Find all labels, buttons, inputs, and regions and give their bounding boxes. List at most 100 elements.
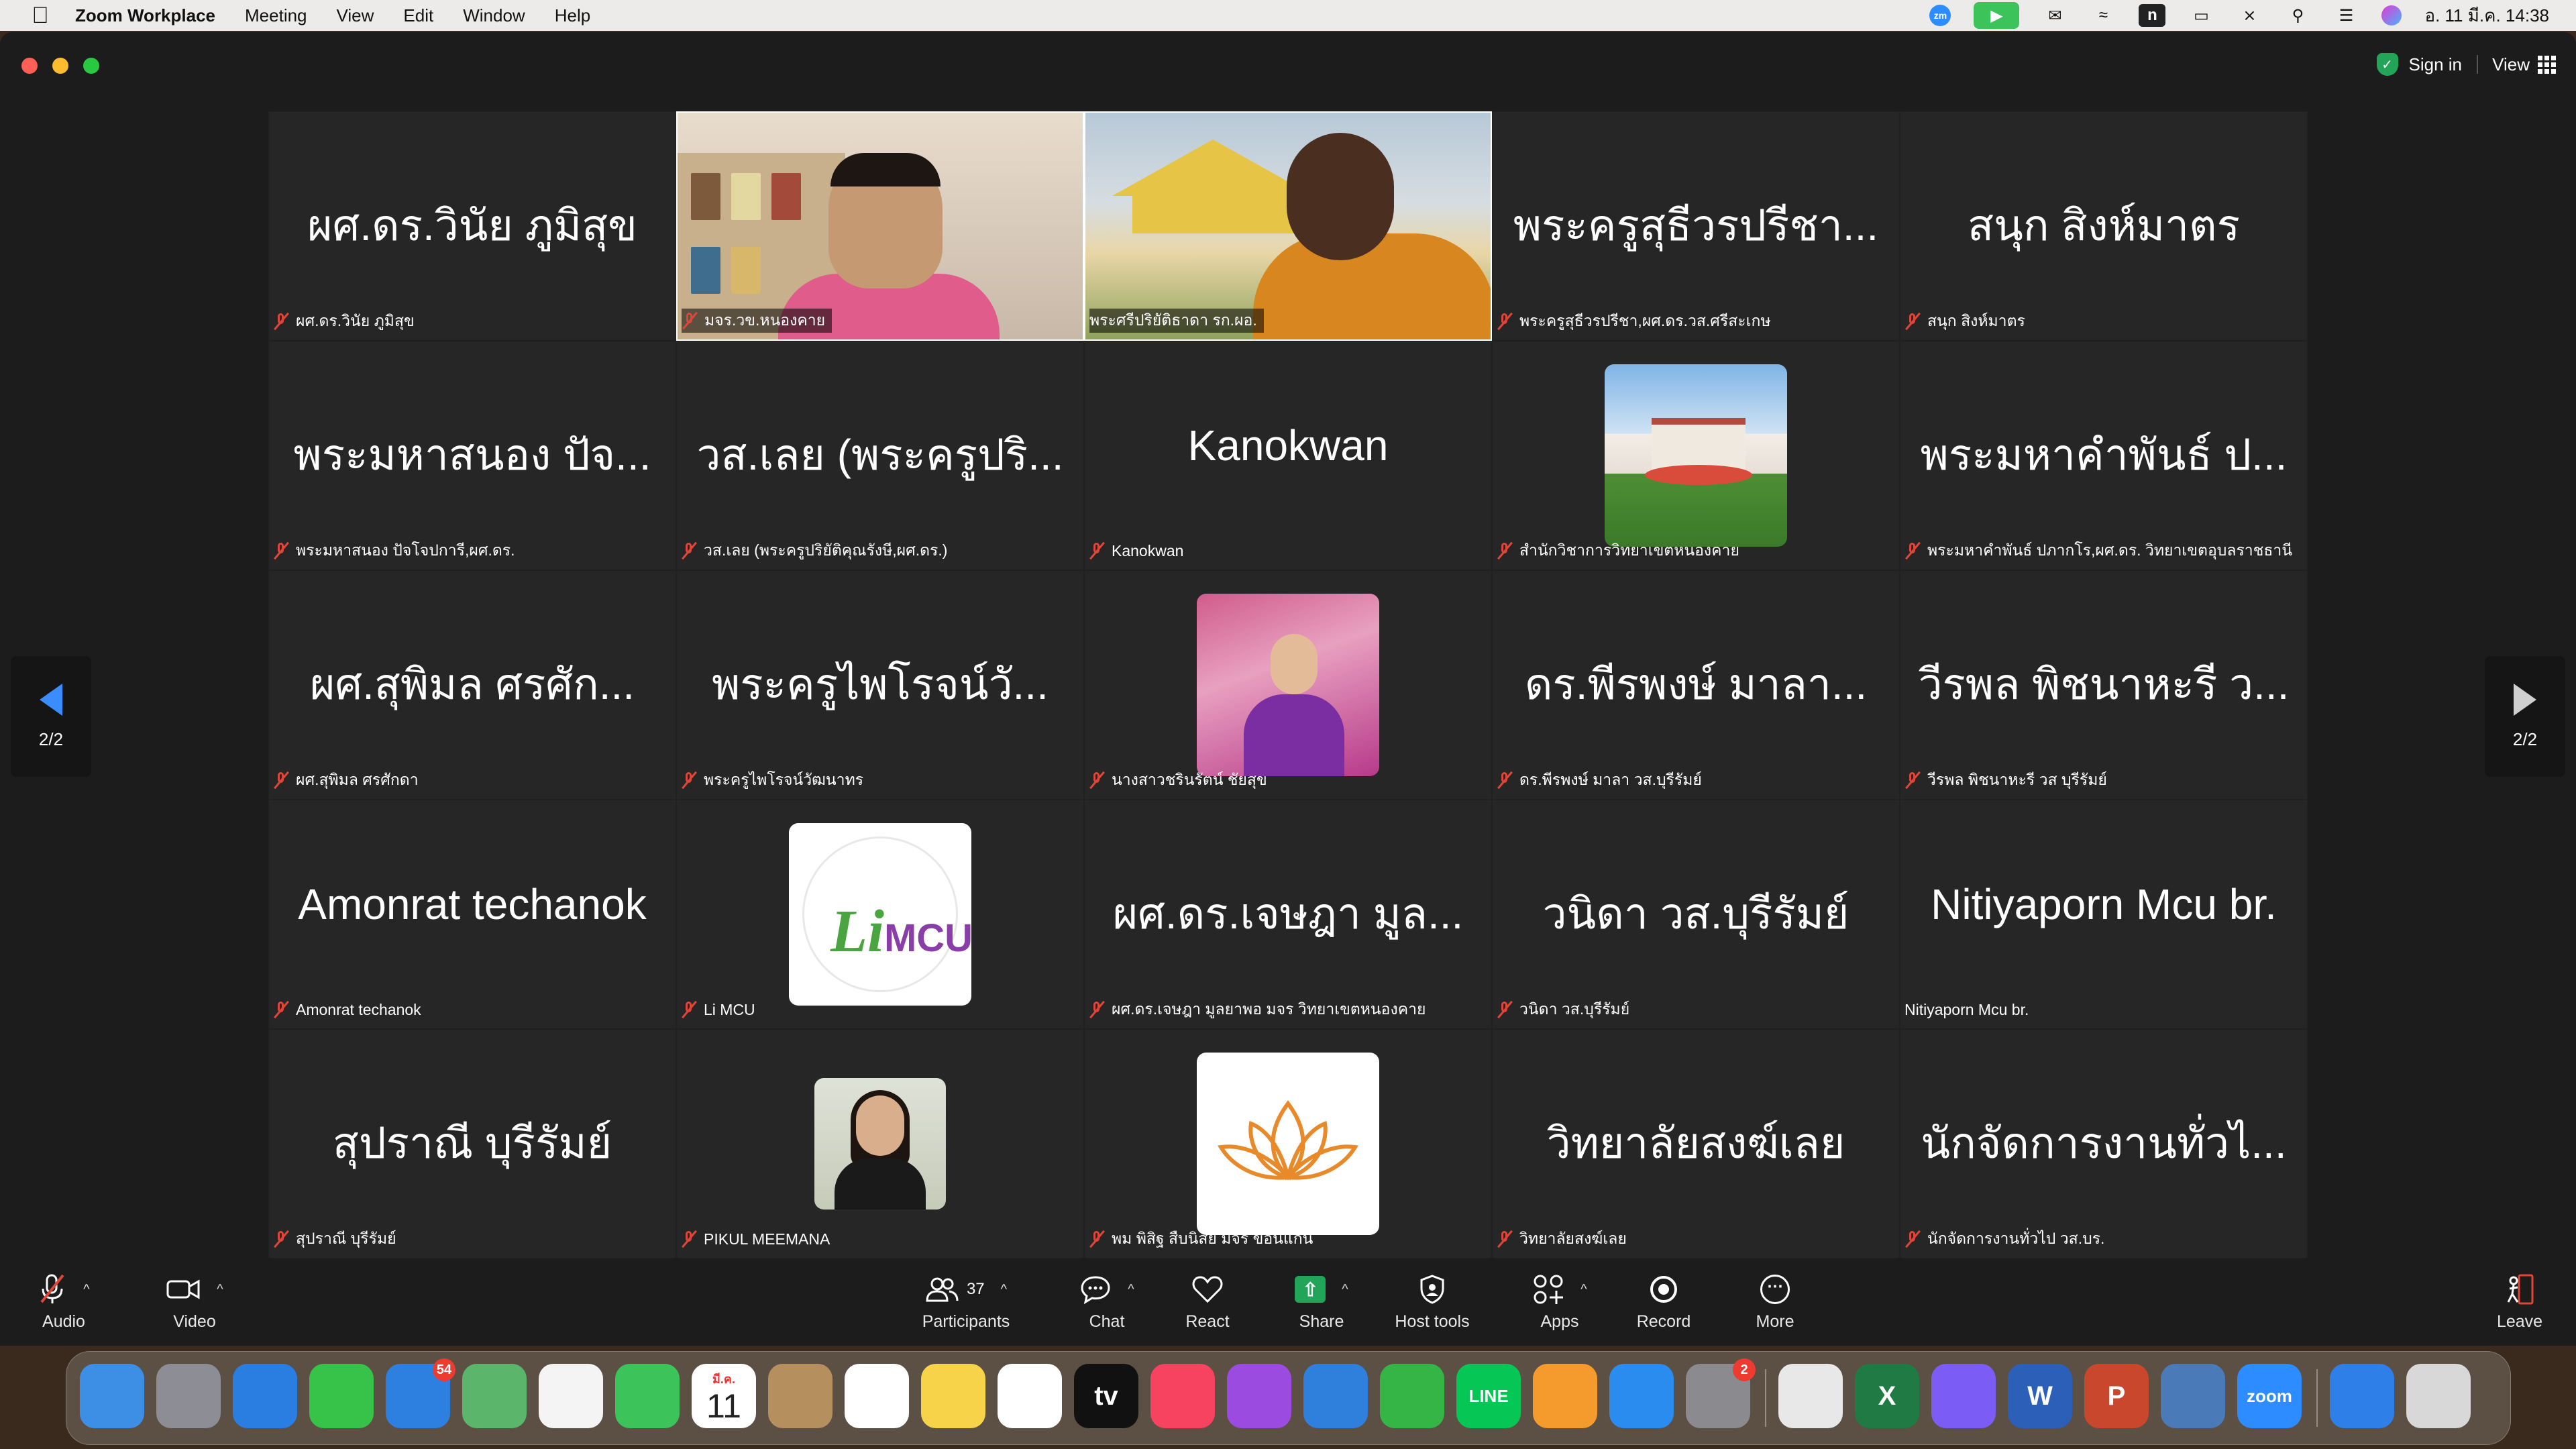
podcasts-dock-icon[interactable] (1227, 1364, 1291, 1428)
freeform-dock-icon[interactable] (998, 1364, 1062, 1428)
apps-options-caret-icon[interactable]: ^ (1580, 1282, 1587, 1297)
participant-tile[interactable]: พระครูสุธีวรปรีชา... พระครูสุธีวรปรีชา,ผศ… (1492, 111, 1900, 341)
participant-tile[interactable]: Nitiyaporn Mcu br. Nitiyaporn Mcu br. (1900, 800, 2308, 1029)
audio-button[interactable]: ^ Audio (27, 1271, 101, 1344)
participant-tile[interactable]: Amonrat techanok Amonrat techanok (268, 800, 676, 1029)
participant-tile[interactable]: วิทยาลัยสงฆ์เลย วิทยาลัยสงฆ์เลย (1492, 1029, 1900, 1258)
participant-tile[interactable]: LiMCU Li MCU (676, 800, 1084, 1029)
fullscreen-window-button[interactable] (83, 58, 99, 74)
keynote-dock-icon[interactable] (1303, 1364, 1368, 1428)
chat-options-caret-icon[interactable]: ^ (1128, 1282, 1134, 1297)
minimize-window-button[interactable] (52, 58, 68, 74)
powerpoint-dock-icon[interactable]: P (2084, 1364, 2149, 1428)
numbers-dock-icon[interactable] (1380, 1364, 1444, 1428)
participant-tile[interactable]: ผศ.ดร.เจษฎา มูล... ผศ.ดร.เจษฎา มูลยาพอ มจ… (1084, 800, 1492, 1029)
participant-tile[interactable]: สนุก สิงห์มาตร สนุก สิงห์มาตร (1900, 111, 2308, 341)
trash-dock-icon[interactable] (2406, 1364, 2471, 1428)
mail-dock-icon[interactable]: 54 (386, 1358, 455, 1428)
audio-options-caret-icon[interactable]: ^ (83, 1282, 89, 1297)
maps-dock-icon[interactable] (462, 1364, 527, 1428)
menu-clock[interactable]: อ. 11 มี.ค. 14:38 (2424, 2, 2549, 30)
participant-tile[interactable]: Kanokwan Kanokwan (1084, 341, 1492, 570)
excel-dock-icon[interactable]: X (1855, 1364, 1919, 1428)
line-dock-icon[interactable]: LINE (1456, 1364, 1521, 1428)
finder-dock-icon[interactable] (80, 1364, 144, 1428)
sign-in-button[interactable]: ✓ Sign in (2376, 51, 2462, 78)
participant-tile[interactable]: นักจัดการงานทั่วไ... นักจัดการงานทั่วไป ว… (1900, 1029, 2308, 1258)
participant-tile[interactable]: พม พิสิฐ สืบนิสัย มจร ขอนแก่น (1084, 1029, 1492, 1258)
leave-button[interactable]: Leave (2479, 1271, 2560, 1344)
menu-view[interactable]: View (337, 5, 374, 26)
facetime-dock-icon[interactable] (615, 1364, 680, 1428)
script-editor-dock-icon[interactable] (1778, 1364, 1843, 1428)
menu-help[interactable]: Help (555, 5, 590, 26)
video-options-caret-icon[interactable]: ^ (217, 1282, 223, 1297)
line-icon[interactable]: ✉ (2042, 5, 2068, 25)
participant-tile[interactable]: สุปราณี บุรีรัมย์ สุปราณี บุรีรัมย์ (268, 1029, 676, 1258)
app-store-dock-icon[interactable] (1609, 1364, 1674, 1428)
limcu-logo-letter: Li (830, 898, 884, 965)
participant-tile[interactable]: ดร.พีรพงษ์ มาลา... ดร.พีรพงษ์ มาลา วส.บุร… (1492, 570, 1900, 800)
music-dock-icon[interactable] (1150, 1364, 1215, 1428)
wifi-icon[interactable]: ≈ (2090, 5, 2116, 25)
record-button[interactable]: Record (1623, 1271, 1704, 1344)
contacts-dock-icon[interactable] (768, 1364, 833, 1428)
participant-tile[interactable]: นางสาวชรินรัตน์ ชัยสุข (1084, 570, 1492, 800)
pages-dock-icon[interactable] (1533, 1364, 1597, 1428)
chat-button[interactable]: ^ Chat (1067, 1271, 1147, 1344)
participant-tile[interactable]: มจร.วข.หนองคาย (676, 111, 1084, 341)
menu-window[interactable]: Window (463, 5, 525, 26)
video-status-icon[interactable]: ▶ (1974, 2, 2020, 29)
host-tools-button[interactable]: Host tools (1382, 1271, 1483, 1344)
control-center-icon[interactable]: ☰ (2333, 5, 2359, 25)
notes-dock-icon[interactable] (921, 1364, 985, 1428)
share-options-caret-icon[interactable]: ^ (1342, 1282, 1348, 1297)
react-button[interactable]: React (1167, 1271, 1248, 1344)
zoom-dock-icon[interactable]: zoom (2237, 1364, 2302, 1428)
participant-tile[interactable]: พระครูไพโรจน์วั... พระครูไพโรจน์วัฒนาทร (676, 570, 1084, 800)
messages-dock-icon[interactable] (309, 1364, 374, 1428)
next-page-button[interactable]: 2/2 (2485, 656, 2565, 777)
menu-meeting[interactable]: Meeting (245, 5, 307, 26)
participant-tile[interactable]: ผศ.ดร.วินัย ภูมิสุข ผศ.ดร.วินัย ภูมิสุข (268, 111, 676, 341)
participants-button[interactable]: 37 ^ Participants (906, 1271, 1026, 1344)
participant-tile[interactable]: พระมหาคำพันธ์ ป... พระมหาคำพันธ์ ปภากโร,ผ… (1900, 341, 2308, 570)
view-button[interactable]: View (2492, 51, 2556, 78)
calendar-dock-icon[interactable]: มี.ค. 11 (692, 1364, 756, 1428)
close-window-button[interactable] (21, 58, 38, 74)
downloads-folder-dock-icon[interactable] (2330, 1364, 2394, 1428)
word-icon-label: W (2027, 1381, 2053, 1411)
apps-button[interactable]: ^ Apps (1516, 1271, 1603, 1344)
zoom-status-icon[interactable]: zm (1929, 5, 1951, 26)
menu-edit[interactable]: Edit (403, 5, 433, 26)
participants-options-caret-icon[interactable]: ^ (1001, 1282, 1007, 1297)
participant-tile[interactable]: พระมหาสนอง ปัจ... พระมหาสนอง ปัจโจปการี,ผ… (268, 341, 676, 570)
preview-dock-icon[interactable] (2161, 1364, 2225, 1428)
participant-tile[interactable]: วนิดา วส.บุรีรัมย์ วนิดา วส.บุรีรัมย์ (1492, 800, 1900, 1029)
siri-icon[interactable] (2381, 5, 2402, 25)
launchpad-dock-icon[interactable] (156, 1364, 221, 1428)
safari-dock-icon[interactable] (233, 1364, 297, 1428)
video-button[interactable]: ^ Video (154, 1271, 235, 1344)
battery-icon[interactable]: ▭ (2188, 5, 2214, 25)
reminders-dock-icon[interactable] (845, 1364, 909, 1428)
word-dock-icon[interactable]: W (2008, 1364, 2072, 1428)
participant-tile[interactable]: PIKUL MEEMANA (676, 1029, 1084, 1258)
more-button[interactable]: ⋯ More (1735, 1271, 1815, 1344)
menu-app-name[interactable]: Zoom Workplace (75, 5, 215, 26)
participant-tile[interactable]: พระศรีปริยัติธาดา รก.ผอ. (1084, 111, 1492, 341)
participant-tile[interactable]: ผศ.สุพิมล ศรศัก... ผศ.สุพิมล ศรศักดา (268, 570, 676, 800)
system-settings-dock-icon[interactable]: 2 (1686, 1358, 1756, 1428)
messenger-dock-icon[interactable] (1931, 1364, 1996, 1428)
n-icon[interactable]: n (2139, 4, 2166, 27)
photos-dock-icon[interactable] (539, 1364, 603, 1428)
apple-menu-icon[interactable]:  (25, 3, 55, 29)
participant-tile[interactable]: วส.เลย (พระครูปริ... วส.เลย (พระครูปริยัต… (676, 341, 1084, 570)
share-button[interactable]: ⇧ ^ Share (1281, 1271, 1362, 1344)
previous-page-button[interactable]: 2/2 (11, 656, 91, 777)
participant-tile[interactable]: สำนักวิชาการวิทยาเขตหนองคาย (1492, 341, 1900, 570)
apple-tv-dock-icon[interactable]: tv (1074, 1364, 1138, 1428)
spotlight-search-icon[interactable]: ⚲ (2285, 5, 2310, 25)
participant-tile[interactable]: วีรพล พิชนาหะรี ว... วีรพล พิชนาหะรี วส บ… (1900, 570, 2308, 800)
bluetooth-off-icon[interactable]: ⨯ (2237, 5, 2262, 25)
